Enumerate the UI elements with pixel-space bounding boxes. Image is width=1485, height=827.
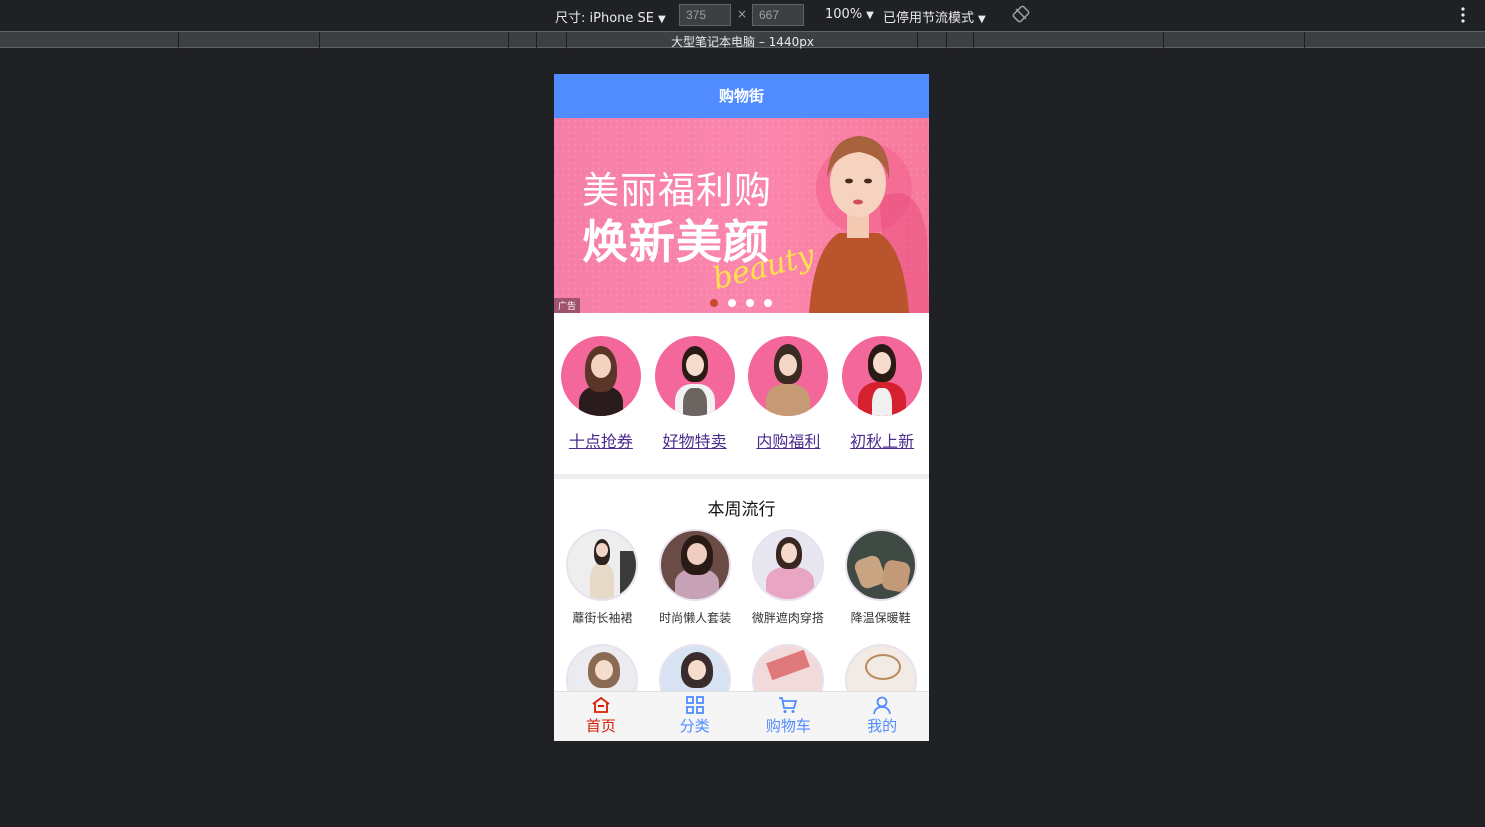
home-icon — [592, 696, 610, 713]
popular-section-title: 本周流行 — [707, 500, 776, 520]
carousel-dot[interactable] — [746, 299, 754, 307]
media-query-ruler[interactable]: 大型笔记本电脑 – 1440px — [0, 31, 1485, 49]
carousel-indicators — [710, 299, 772, 307]
ruler-label: 大型笔记本电脑 – 1440px — [671, 35, 814, 49]
width-input[interactable] — [679, 4, 731, 26]
times-sign: × — [737, 7, 748, 21]
popular-image — [566, 529, 639, 601]
nav-bar: 购物街 — [554, 74, 929, 118]
popular-item[interactable]: 降温保暖鞋 — [835, 529, 927, 626]
throttle-label: 已停用节流模式 — [883, 11, 975, 26]
rotate-icon[interactable] — [1012, 5, 1030, 23]
height-input[interactable] — [752, 4, 804, 26]
popular-label: 降温保暖鞋 — [850, 611, 911, 625]
tab-label: 我的 — [867, 717, 898, 735]
recommend-section: 十点抢券 好物特卖 内购福利 初秋上新 — [554, 313, 929, 479]
carousel-dot[interactable] — [764, 299, 772, 307]
recommend-label[interactable]: 十点抢券 — [557, 428, 645, 452]
more-options-icon[interactable] — [1456, 5, 1470, 25]
popular-item[interactable]: 时尚懒人套装 — [649, 529, 741, 626]
recommend-image — [748, 336, 829, 416]
recommend-image — [654, 336, 735, 416]
banner-carousel[interactable]: 美丽福利购 焕新美颜 beauty 广告 — [554, 118, 929, 313]
ad-badge: 广告 — [554, 298, 581, 313]
tab-bar: 首页 分类 购物车 我的 — [554, 691, 929, 741]
recommend-image — [842, 336, 923, 416]
popular-item[interactable]: 蘼街长袖裙 — [556, 529, 648, 626]
recommend-image — [560, 336, 641, 416]
page-title: 购物街 — [718, 87, 764, 105]
carousel-dot[interactable] — [728, 299, 736, 307]
recommend-item[interactable]: 内购福利 — [744, 336, 832, 452]
popular-label: 蘼街长袖裙 — [572, 611, 633, 625]
popular-image — [751, 529, 824, 601]
category-icon — [685, 696, 704, 714]
recommend-item[interactable]: 十点抢券 — [557, 336, 645, 452]
tab-label: 购物车 — [765, 717, 811, 735]
chevron-down-icon: ▼ — [866, 10, 874, 21]
cart-icon — [779, 697, 798, 713]
popular-label: 时尚懒人套装 — [659, 611, 732, 625]
popular-item[interactable]: 微胖遮肉穿搭 — [742, 529, 834, 626]
device-label: 尺寸: iPhone SE — [555, 11, 654, 26]
zoom-select[interactable]: 100% ▼ — [825, 7, 874, 22]
tab-home[interactable]: 首页 — [554, 692, 648, 741]
tab-label: 分类 — [679, 717, 710, 735]
popular-image — [659, 529, 732, 601]
recommend-label[interactable]: 初秋上新 — [838, 428, 926, 452]
banner-model-image — [809, 136, 929, 313]
profile-icon — [873, 696, 892, 714]
chevron-down-icon: ▼ — [658, 14, 666, 25]
chevron-down-icon: ▼ — [978, 14, 986, 25]
popular-image — [844, 529, 917, 601]
throttle-select[interactable]: 已停用节流模式 ▼ — [883, 7, 986, 26]
recommend-label[interactable]: 好物特卖 — [651, 428, 739, 452]
recommend-item[interactable]: 好物特卖 — [651, 336, 739, 452]
tab-category[interactable]: 分类 — [648, 692, 742, 741]
devtools-device-toolbar: 尺寸: iPhone SE▼ × 100%▼ 已停用节流模式▼ — [0, 0, 1485, 30]
device-select[interactable]: 尺寸: iPhone SE ▼ — [555, 7, 666, 26]
tab-profile[interactable]: 我的 — [835, 692, 929, 741]
carousel-dot[interactable] — [710, 299, 718, 307]
phone-viewport: 购物街 美丽福利购 焕新美颜 beauty 广告 十点抢券 好物特卖 内购福利 … — [554, 74, 929, 741]
recommend-label[interactable]: 内购福利 — [744, 428, 832, 452]
tab-label: 首页 — [585, 717, 616, 735]
recommend-item[interactable]: 初秋上新 — [838, 336, 926, 452]
tab-cart[interactable]: 购物车 — [742, 692, 836, 741]
popular-label: 微胖遮肉穿搭 — [751, 611, 824, 625]
zoom-label: 100% — [825, 7, 863, 22]
